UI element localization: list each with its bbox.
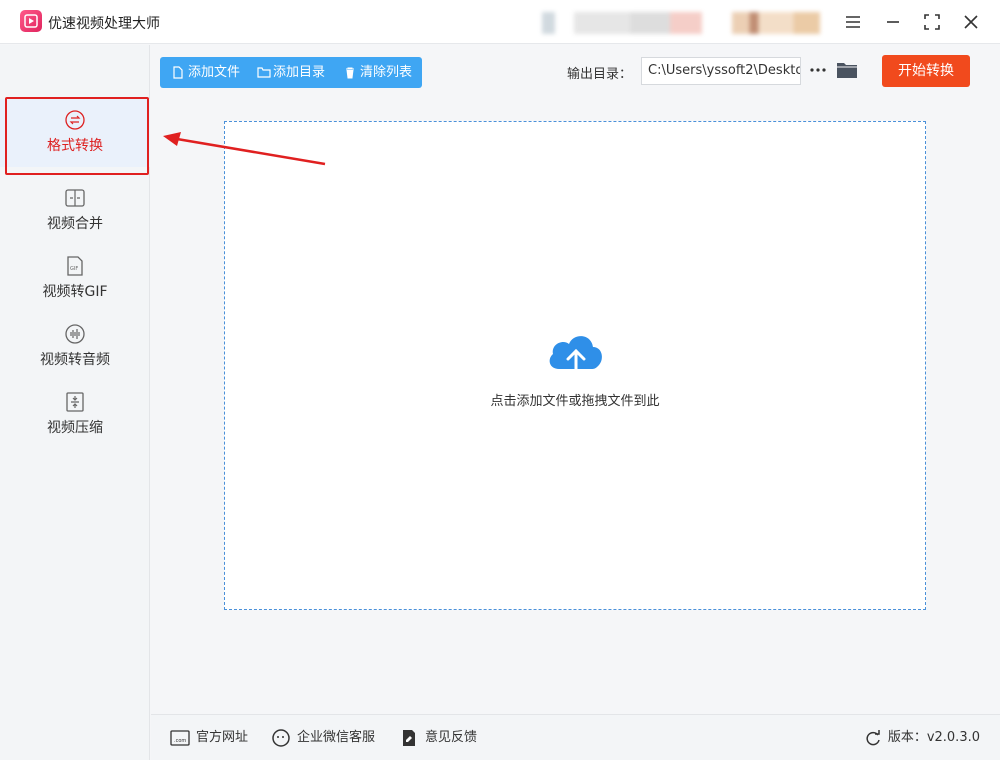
sidebar-item-label: 视频转音频	[40, 352, 110, 368]
compress-icon	[66, 392, 84, 412]
add-file-button[interactable]: 添加文件	[170, 57, 240, 88]
clear-list-label: 清除列表	[360, 65, 413, 80]
account-info-blurred	[542, 12, 702, 34]
annotation-arrow-icon	[163, 132, 326, 166]
menu-icon[interactable]	[841, 10, 865, 34]
clear-list-button[interactable]: 清除列表	[342, 57, 412, 88]
add-file-label: 添加文件	[188, 65, 241, 80]
output-dir-label: 输出目录：	[567, 67, 633, 82]
sidebar-item-label: 视频转GIF	[42, 284, 108, 300]
gif-icon: GIF	[67, 256, 83, 276]
official-website-label: 官方网址	[196, 730, 249, 745]
sidebar-item-label: 视频合并	[47, 216, 103, 232]
start-convert-button[interactable]: 开始转换	[882, 55, 970, 87]
official-website-link[interactable]: .com 官方网址	[170, 729, 248, 747]
sidebar-item-video-compress[interactable]: 视频压缩	[0, 381, 150, 449]
file-drop-zone[interactable]: 点击添加文件或拖拽文件到此	[224, 121, 926, 610]
wechat-support-label: 企业微信客服	[297, 730, 376, 745]
maximize-icon[interactable]	[920, 10, 944, 34]
sidebar-item-video-to-gif[interactable]: GIF 视频转GIF	[0, 245, 150, 313]
toolbar-button-group: 添加文件 添加目录 清除列表	[160, 57, 422, 88]
app-logo-icon	[20, 10, 42, 32]
feedback-label: 意见反馈	[425, 730, 478, 745]
app-title: 优速视频处理大师	[48, 16, 160, 32]
sidebar-item-video-merge[interactable]: 视频合并	[0, 177, 150, 245]
add-directory-label: 添加目录	[273, 65, 326, 80]
output-dir-input[interactable]: C:\Users\yssoft2\Deskto	[641, 57, 801, 85]
footer-bar: .com 官方网址 企业微信客服 意见反馈 版本：v2.0.3.0	[151, 714, 1000, 760]
close-icon[interactable]	[959, 10, 983, 34]
audio-icon	[65, 324, 85, 344]
sidebar-item-label: 视频压缩	[47, 420, 103, 436]
cloud-upload-icon	[549, 336, 602, 383]
more-options-icon[interactable]	[808, 60, 828, 80]
trash-icon	[346, 67, 354, 79]
version-label: 版本：v2.0.3.0	[887, 730, 980, 745]
drop-zone-hint: 点击添加文件或拖拽文件到此	[490, 394, 660, 409]
website-icon: .com	[170, 730, 190, 746]
video-merge-icon	[65, 189, 85, 207]
title-bar: 优速视频处理大师	[0, 0, 1000, 44]
version-info[interactable]: 版本：v2.0.3.0	[864, 729, 980, 747]
file-icon	[173, 66, 183, 79]
folder-outline-icon	[257, 67, 271, 78]
wechat-support-link[interactable]: 企业微信客服	[271, 729, 375, 747]
minimize-icon[interactable]	[881, 10, 905, 34]
refresh-icon	[866, 730, 880, 746]
active-item-highlight	[5, 97, 149, 175]
avatar-blurred	[732, 12, 820, 34]
add-directory-button[interactable]: 添加目录	[255, 57, 325, 88]
wechat-icon	[272, 729, 290, 747]
feedback-icon	[403, 730, 415, 746]
feedback-link[interactable]: 意见反馈	[399, 729, 477, 747]
svg-text:.com: .com	[174, 738, 186, 744]
sidebar-item-video-to-audio[interactable]: 视频转音频	[0, 313, 150, 381]
svg-text:GIF: GIF	[70, 266, 78, 272]
open-folder-icon[interactable]	[836, 60, 858, 80]
